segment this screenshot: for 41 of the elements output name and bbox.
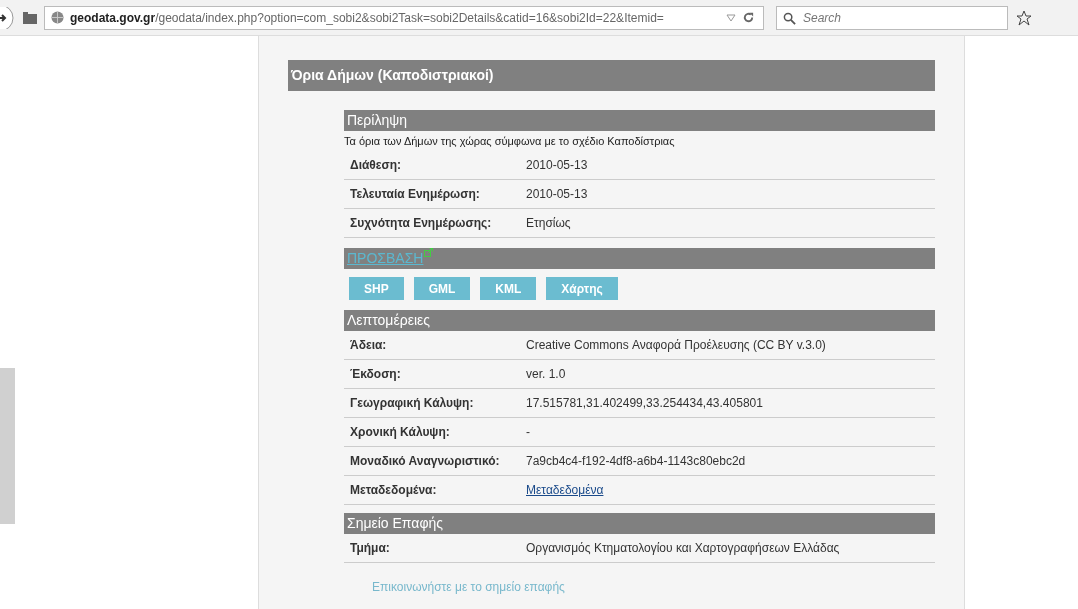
url-text: geodata.gov.gr/geodata/index.php?option=com_sobi2&sobi2Task=sobi2Details&catid=16&sobi2Id=22&Itemid=	[70, 10, 665, 25]
search-field[interactable]: Search	[776, 5, 1008, 30]
field-value: Creative Commons Αναφορά Προέλευσης (CC BY v.3.0)	[526, 338, 826, 352]
library-icon[interactable]	[22, 10, 38, 25]
download-button[interactable]: Χάρτης	[546, 277, 618, 300]
field-label: Μοναδικό Αναγνωριστικό:	[350, 454, 501, 468]
download-button[interactable]: SHP	[349, 277, 404, 300]
globe-icon	[51, 11, 64, 24]
address-bar[interactable]: geodata.gov.gr/geodata/index.php?option=com_sobi2&sobi2Task=sobi2Details&catid=16&sobi2Id=22&Itemid=	[44, 5, 764, 30]
field-value: 2010-05-13	[526, 158, 588, 172]
field-label: Γεωγραφική Κάλυψη:	[350, 396, 475, 410]
field-label: Έκδοση:	[350, 367, 402, 381]
field-value: 17.515781,31.402499,33.254434,43.405801	[526, 396, 763, 410]
field-label: Άδεια:	[350, 338, 388, 352]
search-icon	[783, 11, 796, 25]
description: Τα όρια των Δήμων της χώρας σύμφωνα με το σχέδιο Καποδίστριας	[344, 134, 676, 149]
reload-icon[interactable]	[742, 11, 755, 24]
field-label: Μεταδεδομένα:	[350, 483, 438, 497]
field-value: -	[526, 425, 530, 439]
back-icon[interactable]	[0, 6, 14, 29]
section-heading: Λεπτομέρειες	[344, 310, 935, 331]
field-value: Ετησίως	[526, 216, 571, 230]
field-value: ver. 1.0	[526, 367, 566, 381]
field-label: Τελευταία Ενημέρωση:	[350, 187, 481, 201]
field-label: Τμήμα:	[350, 541, 391, 555]
download-button[interactable]: GML	[413, 277, 471, 300]
field-value: 2010-05-13	[526, 187, 588, 201]
field-value: Οργανισμός Κτηματολογίου και Χαρτογραφήσεων Ελλάδας	[526, 541, 840, 555]
section-heading: Σημείο Επαφής	[344, 513, 935, 534]
page-title: Όρια Δήμων (Καποδιστριακοί)	[288, 60, 935, 91]
field-value: 7a9cb4c4-f192-4df8-a6b4-1143c80ebc2d	[526, 454, 746, 468]
download-button[interactable]: KML	[480, 277, 537, 300]
contact-link[interactable]: Επικοινωνήστε με το σημείο επαφής	[372, 580, 935, 594]
metadata-link[interactable]: Μεταδεδομένα	[526, 483, 604, 497]
field-label: Διάθεση:	[350, 158, 403, 172]
field-label: Χρονική Κάλυψη:	[350, 425, 451, 439]
section-heading: Περίληψη	[344, 110, 935, 131]
star-icon[interactable]	[1016, 9, 1032, 26]
external-link-icon	[424, 248, 434, 257]
field-label: Συχνότητα Ενημέρωσης:	[350, 216, 493, 230]
access-link[interactable]: ΠΡΟΣΒΑΣΗ	[347, 248, 424, 269]
